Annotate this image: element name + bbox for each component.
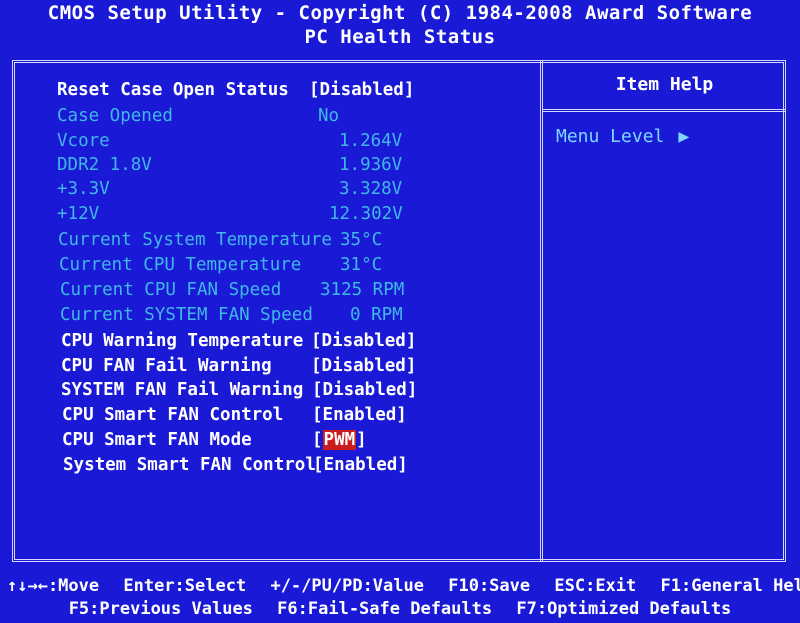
setting-label: CPU Smart FAN Mode xyxy=(62,430,252,450)
page-title: PC Health Status xyxy=(304,26,496,48)
setting-label: Reset Case Open Status xyxy=(57,80,289,100)
setting-value[interactable]: [Enabled] xyxy=(313,455,408,475)
key-hint-general-help: F1:General Help xyxy=(660,576,800,596)
key-hint-move: ↑↓→←:Move xyxy=(7,576,100,596)
setting-value[interactable]: [Disabled] xyxy=(309,80,414,100)
readout-value: 3125 RPM xyxy=(320,280,405,300)
readout-label: Current CPU Temperature xyxy=(59,255,302,275)
key-hint-value: +/-/PU/PD:Value xyxy=(270,576,424,596)
key-hint-fail-safe-defaults: F6:Fail-Safe Defaults xyxy=(277,599,493,619)
setting-value[interactable]: [Disabled] xyxy=(311,356,416,376)
selected-value-highlight[interactable]: PWM xyxy=(322,430,357,450)
setting-label: CPU FAN Fail Warning xyxy=(61,356,272,376)
arrow-right-icon: ▶ xyxy=(678,126,690,147)
key-hint-previous-values: F5:Previous Values xyxy=(68,599,253,619)
readout-label: Vcore xyxy=(57,131,110,151)
footer-keys-line1: ↑↓→←:Move Enter:Select +/-/PU/PD:Value F… xyxy=(0,576,800,596)
footer-keys-line2: F5:Previous Values F6:Fail-Safe Defaults… xyxy=(0,599,800,619)
readout-label: Current System Temperature xyxy=(58,230,332,250)
menu-level: Menu Level ▶ xyxy=(556,126,689,147)
readout-label: DDR2 1.8V xyxy=(57,155,152,175)
item-help-title: Item Help xyxy=(615,74,714,95)
setting-label: SYSTEM FAN Fail Warning xyxy=(61,380,304,400)
readout-value: 12.302V xyxy=(329,204,403,224)
setting-label: CPU Smart FAN Control xyxy=(62,405,284,425)
key-hint-select: Enter:Select xyxy=(123,576,247,596)
readout-value: 1.264V xyxy=(339,131,403,151)
setting-label: System Smart FAN Control xyxy=(63,455,316,475)
bracket-open: [ xyxy=(312,430,323,450)
readout-label: Current SYSTEM FAN Speed xyxy=(60,305,313,325)
setting-value[interactable]: [Enabled] xyxy=(312,405,407,425)
readout-value: No xyxy=(318,106,340,126)
menu-level-label: Menu Level xyxy=(556,126,665,147)
panel-divider-vertical xyxy=(540,60,543,562)
readout-label: Current CPU FAN Speed xyxy=(60,280,282,300)
readout-label: Case Opened xyxy=(57,106,173,126)
setting-value[interactable]: [PWM] xyxy=(312,430,367,450)
setting-value[interactable]: [Disabled] xyxy=(312,380,417,400)
window-title: CMOS Setup Utility - Copyright (C) 1984-… xyxy=(47,2,753,24)
bracket-close: ] xyxy=(356,430,367,450)
key-hint-exit: ESC:Exit xyxy=(554,576,637,596)
readout-value: 1.936V xyxy=(339,155,403,175)
readout-label: +3.3V xyxy=(57,179,110,199)
readout-value: 35°C xyxy=(340,230,383,250)
setting-value[interactable]: [Disabled] xyxy=(311,331,416,351)
key-hint-optimized-defaults: F7:Optimized Defaults xyxy=(516,599,732,619)
readout-value: 31°C xyxy=(340,255,383,275)
readout-label: +12V xyxy=(57,204,100,224)
key-hint-save: F10:Save xyxy=(448,576,531,596)
setting-label: CPU Warning Temperature xyxy=(61,331,304,351)
readout-value: 0 RPM xyxy=(350,305,403,325)
help-title-divider xyxy=(543,109,786,112)
readout-value: 3.328V xyxy=(339,179,403,199)
